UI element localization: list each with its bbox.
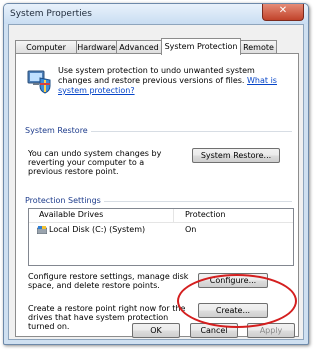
- protection-column-header[interactable]: Protection: [185, 210, 225, 219]
- intro-block: Use system protection to undo unwanted s…: [58, 66, 290, 96]
- drives-list[interactable]: Available Drives Protection Local Disk (…: [28, 208, 294, 266]
- tab-remote[interactable]: Remote: [240, 40, 277, 54]
- drive-name: Local Disk (C:) (System): [49, 225, 146, 234]
- close-button[interactable]: ✕: [262, 4, 304, 21]
- intro-text: Use system protection to undo unwanted s…: [58, 66, 255, 85]
- tab-computer-name[interactable]: Computer Name: [15, 40, 77, 65]
- tab-system-protection[interactable]: System Protection: [161, 38, 241, 55]
- window-title: System Properties: [10, 9, 92, 19]
- available-drives-column-header[interactable]: Available Drives: [39, 210, 103, 219]
- system-restore-heading: System Restore: [25, 126, 91, 135]
- drive-icon: [37, 226, 47, 234]
- system-restore-button[interactable]: System Restore...: [192, 148, 280, 163]
- drive-protection-status: On: [185, 225, 197, 234]
- title-bar[interactable]: System Properties ✕: [4, 4, 308, 24]
- drive-row[interactable]: Local Disk (C:) (System) On: [29, 224, 293, 236]
- protection-settings-heading: Protection Settings: [25, 196, 104, 205]
- shield-icon: [27, 70, 51, 94]
- system-properties-window: System Properties ✕ Computer Name Hardwa…: [3, 3, 309, 345]
- tab-advanced[interactable]: Advanced: [116, 40, 162, 54]
- ok-button[interactable]: OK: [132, 323, 180, 338]
- drives-list-header: Available Drives Protection: [29, 209, 293, 223]
- system-restore-description: You can undo system changes by reverting…: [28, 149, 162, 176]
- configure-description: Configure restore settings, manage disk …: [28, 272, 189, 290]
- highlight-annotation-circle: [177, 274, 297, 328]
- column-separator[interactable]: [173, 209, 174, 222]
- tab-hardware[interactable]: Hardware: [76, 40, 117, 54]
- close-icon: ✕: [278, 5, 288, 16]
